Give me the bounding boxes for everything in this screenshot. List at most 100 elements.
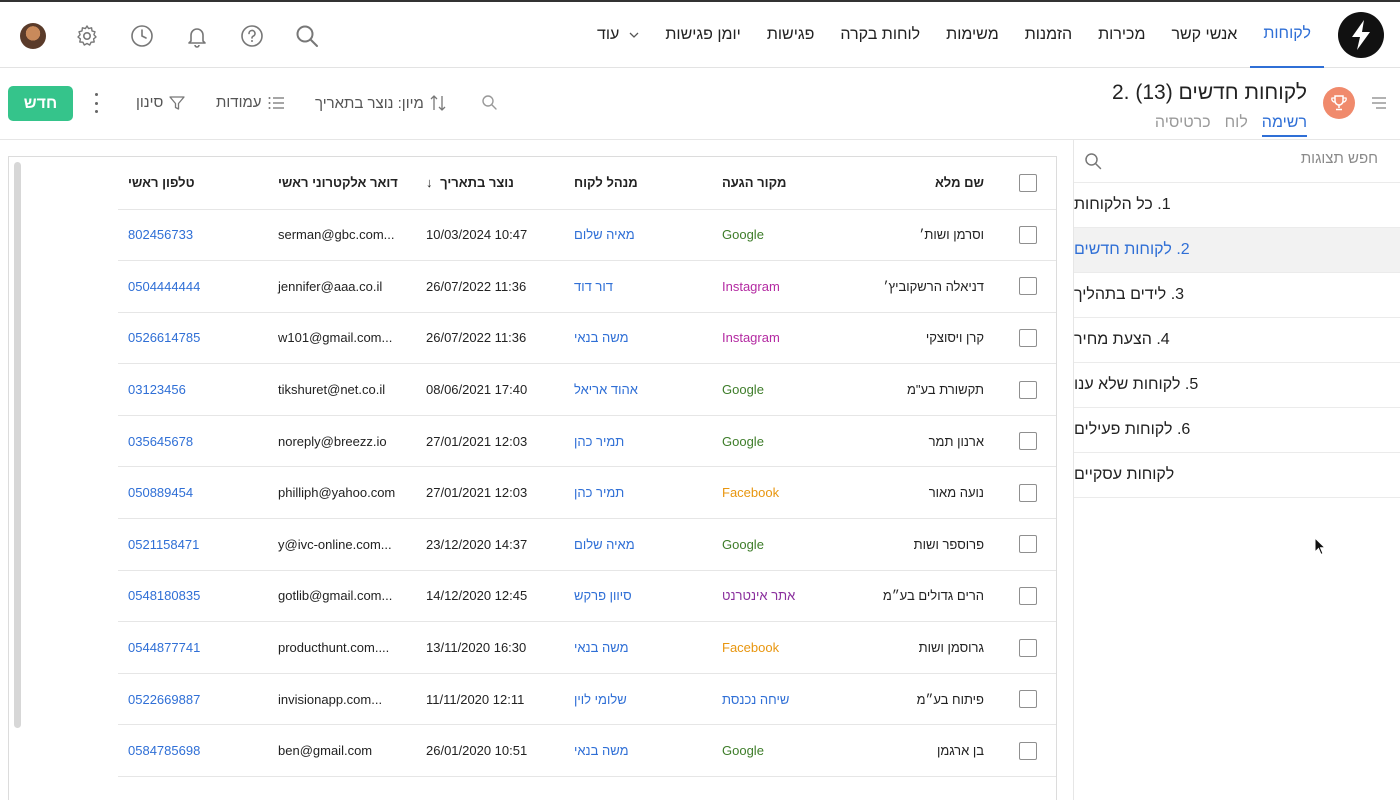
nav-item[interactable]: אנשי קשר: [1158, 2, 1250, 68]
cell-email[interactable]: philliph@yahoo.com: [268, 466, 416, 520]
sidebar-view-item[interactable]: 3. לידים בתהליך: [1074, 273, 1400, 318]
cell-name[interactable]: וסרמן ושות׳: [860, 209, 1000, 262]
row-checkbox[interactable]: [1019, 690, 1037, 709]
cell-email[interactable]: invisionapp.com...: [268, 673, 416, 726]
cell-name[interactable]: תקשורת בע"מ: [860, 363, 1000, 416]
cell-email[interactable]: gotlib@gmail.com...: [268, 570, 416, 623]
cell-name[interactable]: קרן ויסוצקי: [860, 312, 1000, 365]
cell-name[interactable]: פרוספר ושות: [860, 518, 1000, 571]
row-checkbox[interactable]: [1019, 638, 1037, 657]
row-checkbox[interactable]: [1019, 741, 1037, 760]
cell-email[interactable]: ben@gmail.com: [268, 724, 416, 778]
new-record-button[interactable]: חדש: [8, 86, 73, 121]
user-avatar[interactable]: [20, 23, 46, 49]
sidebar-view-item[interactable]: 4. הצעת מחיר: [1074, 318, 1400, 363]
table-row[interactable]: פיתוח בע״מ שיחה נכנסת שלומי לוין 11/11/2020…: [118, 673, 1056, 726]
cell-name[interactable]: דניאלה הרשקוביץ׳: [860, 260, 1000, 313]
table-row[interactable]: תקשורת בע"מ Google אהוד אריאל 08/06/2021 17…: [118, 363, 1056, 416]
cell-name[interactable]: נועה מאור: [860, 466, 1000, 520]
table-row[interactable]: הרים גדולים בע״מ אתר אינטרנט סיוון פרקש 14/…: [118, 570, 1056, 623]
row-checkbox[interactable]: [1019, 432, 1037, 451]
cell-name[interactable]: גרוסמן ושות: [860, 621, 1000, 674]
nav-item[interactable]: פגישות: [754, 2, 828, 68]
nav-item[interactable]: יומן פגישות: [652, 2, 753, 68]
table-row[interactable]: גרוסמן ושות Facebook משה בנאי 13/11/2020 16…: [118, 621, 1056, 674]
row-checkbox[interactable]: [1019, 535, 1037, 554]
filter-button[interactable]: סינון: [136, 94, 186, 111]
cell-phone[interactable]: 0526614785: [118, 312, 268, 365]
app-logo[interactable]: [1338, 12, 1384, 58]
cell-name[interactable]: ארנון תמר: [860, 415, 1000, 468]
cell-name[interactable]: בן ארגמן: [860, 724, 1000, 778]
cell-phone[interactable]: 802456733: [118, 209, 268, 262]
cell-phone[interactable]: 0548180835: [118, 570, 268, 623]
cell-email[interactable]: tikshuret@net.co.il: [268, 363, 416, 416]
nav-item[interactable]: הזמנות: [1012, 2, 1085, 68]
sidebar-view-item[interactable]: 6. לקוחות פעילים: [1074, 408, 1400, 453]
sidebar-view-item[interactable]: 2. לקוחות חדשים: [1074, 228, 1400, 273]
help-icon[interactable]: [239, 23, 265, 49]
sidebar-view-item[interactable]: לקוחות עסקיים: [1074, 453, 1400, 498]
table-row[interactable]: פרוספר ושות Google מאיה שלום 23/12/2020 14:…: [118, 518, 1056, 571]
cell-email[interactable]: w101@gmail.com...: [268, 312, 416, 365]
scrollbar[interactable]: [14, 162, 21, 728]
row-checkbox[interactable]: [1019, 380, 1037, 399]
row-checkbox[interactable]: [1019, 586, 1037, 605]
sidebar-view-item[interactable]: 1. כל הלקוחות: [1074, 183, 1400, 228]
cell-phone[interactable]: 0544877741: [118, 621, 268, 674]
cell-manager[interactable]: דור דוד: [564, 260, 712, 313]
cell-manager[interactable]: סיוון פרקש: [564, 570, 712, 623]
cell-manager[interactable]: משה בנאי: [564, 312, 712, 365]
nav-item[interactable]: לוחות בקרה: [827, 2, 933, 68]
row-checkbox[interactable]: [1019, 328, 1037, 347]
table-row[interactable]: קרן ויסוצקי Instagram משה בנאי 26/07/2022 1…: [118, 312, 1056, 365]
view-tab[interactable]: רשימה: [1261, 114, 1307, 137]
cell-phone[interactable]: 03123456: [118, 363, 268, 416]
nav-item[interactable]: לקוחות: [1250, 2, 1324, 68]
row-checkbox[interactable]: [1019, 277, 1037, 296]
table-row[interactable]: בן ארגמן Google משה בנאי 26/01/2020 10:51 be…: [118, 724, 1056, 778]
cell-email[interactable]: producthunt.com....: [268, 621, 416, 674]
cell-manager[interactable]: משה בנאי: [564, 724, 712, 778]
table-row[interactable]: דניאלה הרשקוביץ׳ Instagram דור דוד 26/07/20…: [118, 260, 1056, 313]
table-row[interactable]: נועה מאור Facebook תמיר כהן 27/01/2021 12:0…: [118, 466, 1056, 520]
nav-item[interactable]: מכירות: [1085, 2, 1158, 68]
clock-icon[interactable]: [129, 23, 155, 49]
cell-phone[interactable]: 0504444444: [118, 260, 268, 313]
cell-manager[interactable]: מאיה שלום: [564, 209, 712, 262]
cell-phone[interactable]: 0584785698: [118, 724, 268, 778]
column-header-manager[interactable]: מנהל לקוח: [564, 157, 712, 210]
table-row[interactable]: וסרמן ושות׳ Google מאיה שלום 10/03/2024 10:…: [118, 209, 1056, 262]
search-icon[interactable]: [294, 23, 320, 49]
column-header-source[interactable]: מקור הגעה: [712, 157, 860, 210]
cell-name[interactable]: הרים גדולים בע״מ: [860, 570, 1000, 623]
cell-phone[interactable]: 035645678: [118, 415, 268, 468]
bell-icon[interactable]: [184, 23, 210, 49]
cell-manager[interactable]: מאיה שלום: [564, 518, 712, 571]
column-header-phone[interactable]: טלפון ראשי: [118, 157, 268, 210]
cell-phone[interactable]: 050889454: [118, 466, 268, 520]
search-icon[interactable]: [1084, 152, 1102, 170]
cell-phone[interactable]: 0522669887: [118, 673, 268, 726]
select-all-checkbox[interactable]: [1019, 173, 1037, 192]
row-checkbox[interactable]: [1019, 225, 1037, 244]
cell-manager[interactable]: שלומי לוין: [564, 673, 712, 726]
cell-manager[interactable]: אהוד אריאל: [564, 363, 712, 416]
cell-manager[interactable]: תמיר כהן: [564, 466, 712, 520]
cell-phone[interactable]: 0521158471: [118, 518, 268, 571]
cell-email[interactable]: jennifer@aaa.co.il: [268, 260, 416, 313]
more-options-icon[interactable]: [92, 93, 100, 113]
cell-email[interactable]: y@ivc-online.com...: [268, 518, 416, 571]
column-header-email[interactable]: דואר אלקטרוני ראשי: [268, 157, 416, 210]
cell-email[interactable]: noreply@breezz.io: [268, 415, 416, 468]
column-header-name[interactable]: שם מלא: [860, 157, 1000, 210]
sidebar-view-item[interactable]: 5. לקוחות שלא ענו: [1074, 363, 1400, 408]
views-search-input[interactable]: [1118, 150, 1378, 167]
search-icon[interactable]: [481, 94, 497, 110]
nav-item[interactable]: משימות: [933, 2, 1012, 68]
view-tab[interactable]: לוח: [1225, 114, 1248, 137]
cell-email[interactable]: serman@gbc.com...: [268, 209, 416, 262]
sort-button[interactable]: מיון: נוצר בתאריך: [315, 94, 446, 112]
columns-button[interactable]: עמודות: [216, 94, 284, 111]
cell-manager[interactable]: משה בנאי: [564, 621, 712, 674]
